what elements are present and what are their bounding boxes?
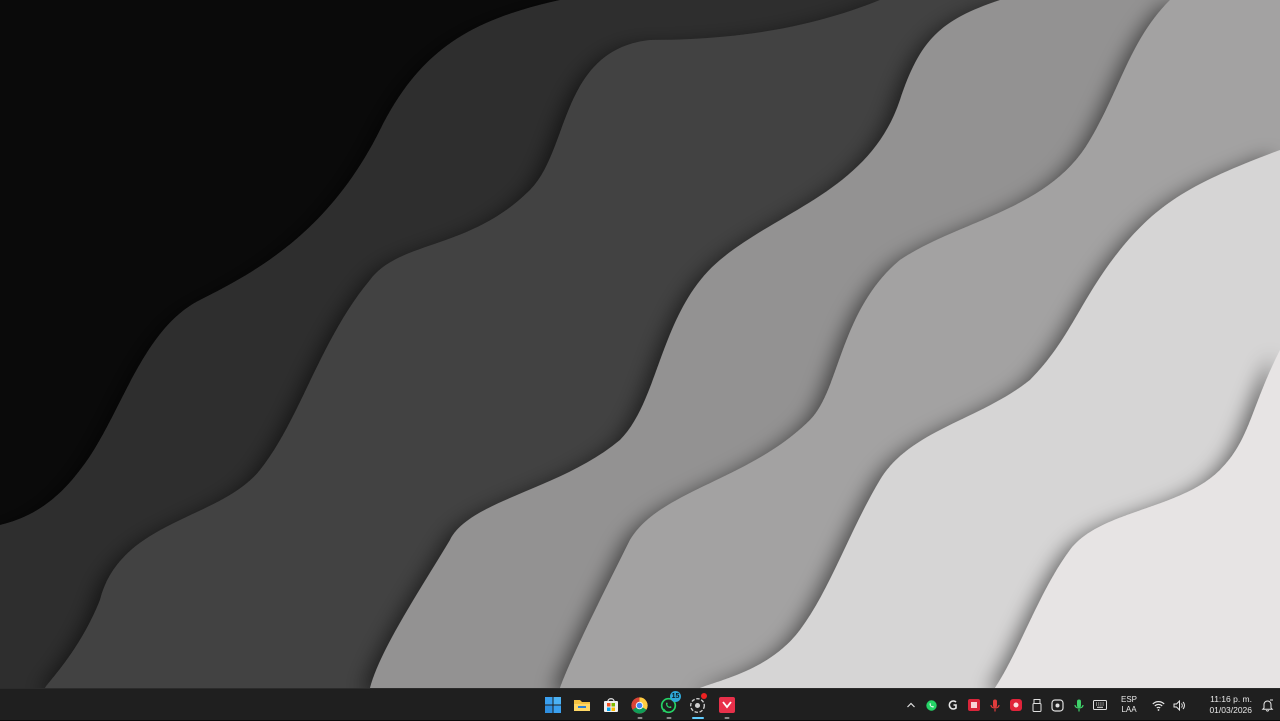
usb-tray-icon (1032, 698, 1041, 712)
running-indicator (724, 717, 729, 719)
file-explorer-button[interactable] (567, 690, 596, 720)
input-language-button[interactable]: ESP LAA (1114, 690, 1144, 720)
microphone-tray-button[interactable] (1068, 690, 1089, 720)
clock-button[interactable]: 11:16 p. m. 01/03/2026 (1196, 690, 1252, 720)
clock-date: 01/03/2026 (1209, 705, 1252, 715)
red-app-tray-icon (967, 699, 980, 711)
notification-bell-icon (1261, 699, 1273, 712)
volume-button[interactable] (1169, 690, 1190, 720)
language-variant: LAA (1121, 705, 1137, 714)
whatsapp-button[interactable]: 15 (654, 690, 683, 720)
keyboard-tray-button[interactable] (1089, 690, 1110, 720)
notifications-button[interactable] (1254, 690, 1280, 720)
scrumblr-icon (718, 697, 735, 713)
whatsapp-tray-icon (926, 699, 937, 711)
chevron-up-icon (906, 702, 915, 708)
gcode-tray-icon (948, 700, 957, 710)
system-tray: ESP LAA 11:16 p. m. 01/03/2026 (900, 689, 1280, 721)
start-button[interactable] (538, 690, 567, 720)
copilot-tray-icon (1051, 698, 1064, 712)
whatsapp-tray-button[interactable] (921, 690, 942, 720)
unread-badge: 15 (670, 691, 681, 702)
copilot-tray-button[interactable] (1047, 690, 1068, 720)
wifi-icon (1152, 700, 1165, 711)
chrome-button[interactable] (625, 690, 654, 720)
network-button[interactable] (1148, 690, 1169, 720)
show-hidden-icons-button[interactable] (900, 690, 921, 720)
microphone-red-tray-button[interactable] (984, 690, 1005, 720)
taskbar: 15 ESP LAA 11:16 p. m. 01/03/2026 (0, 688, 1280, 720)
active-indicator (691, 717, 704, 719)
desktop-wallpaper (0, 0, 1280, 688)
chrome-icon (631, 696, 648, 714)
gcode-tray-button[interactable] (942, 690, 963, 720)
microphone-red-tray-icon (989, 699, 1000, 711)
taskbar-pinned-apps: 15 (538, 689, 741, 721)
github-desktop-icon (690, 697, 705, 713)
running-indicator (637, 717, 642, 719)
usb-tray-button[interactable] (1026, 690, 1047, 720)
wave-wallpaper (0, 0, 1280, 688)
microsoft-store-icon (603, 698, 618, 712)
github-desktop-button[interactable] (683, 690, 712, 720)
volume-icon (1173, 699, 1185, 711)
microphone-tray-icon (1073, 699, 1084, 711)
start-icon (544, 697, 561, 713)
file-explorer-icon (573, 700, 590, 711)
keyboard-tray-icon (1092, 700, 1107, 710)
notification-dot (701, 693, 707, 699)
red-app-tray-button[interactable] (963, 690, 984, 720)
red-square-tray-icon (1009, 699, 1022, 711)
red-square-tray-button[interactable] (1005, 690, 1026, 720)
scrumblr-button[interactable] (712, 690, 741, 720)
running-indicator (666, 717, 671, 719)
microsoft-store-button[interactable] (596, 690, 625, 720)
clock-time: 11:16 p. m. (1210, 694, 1252, 704)
language-code: ESP (1120, 695, 1137, 704)
